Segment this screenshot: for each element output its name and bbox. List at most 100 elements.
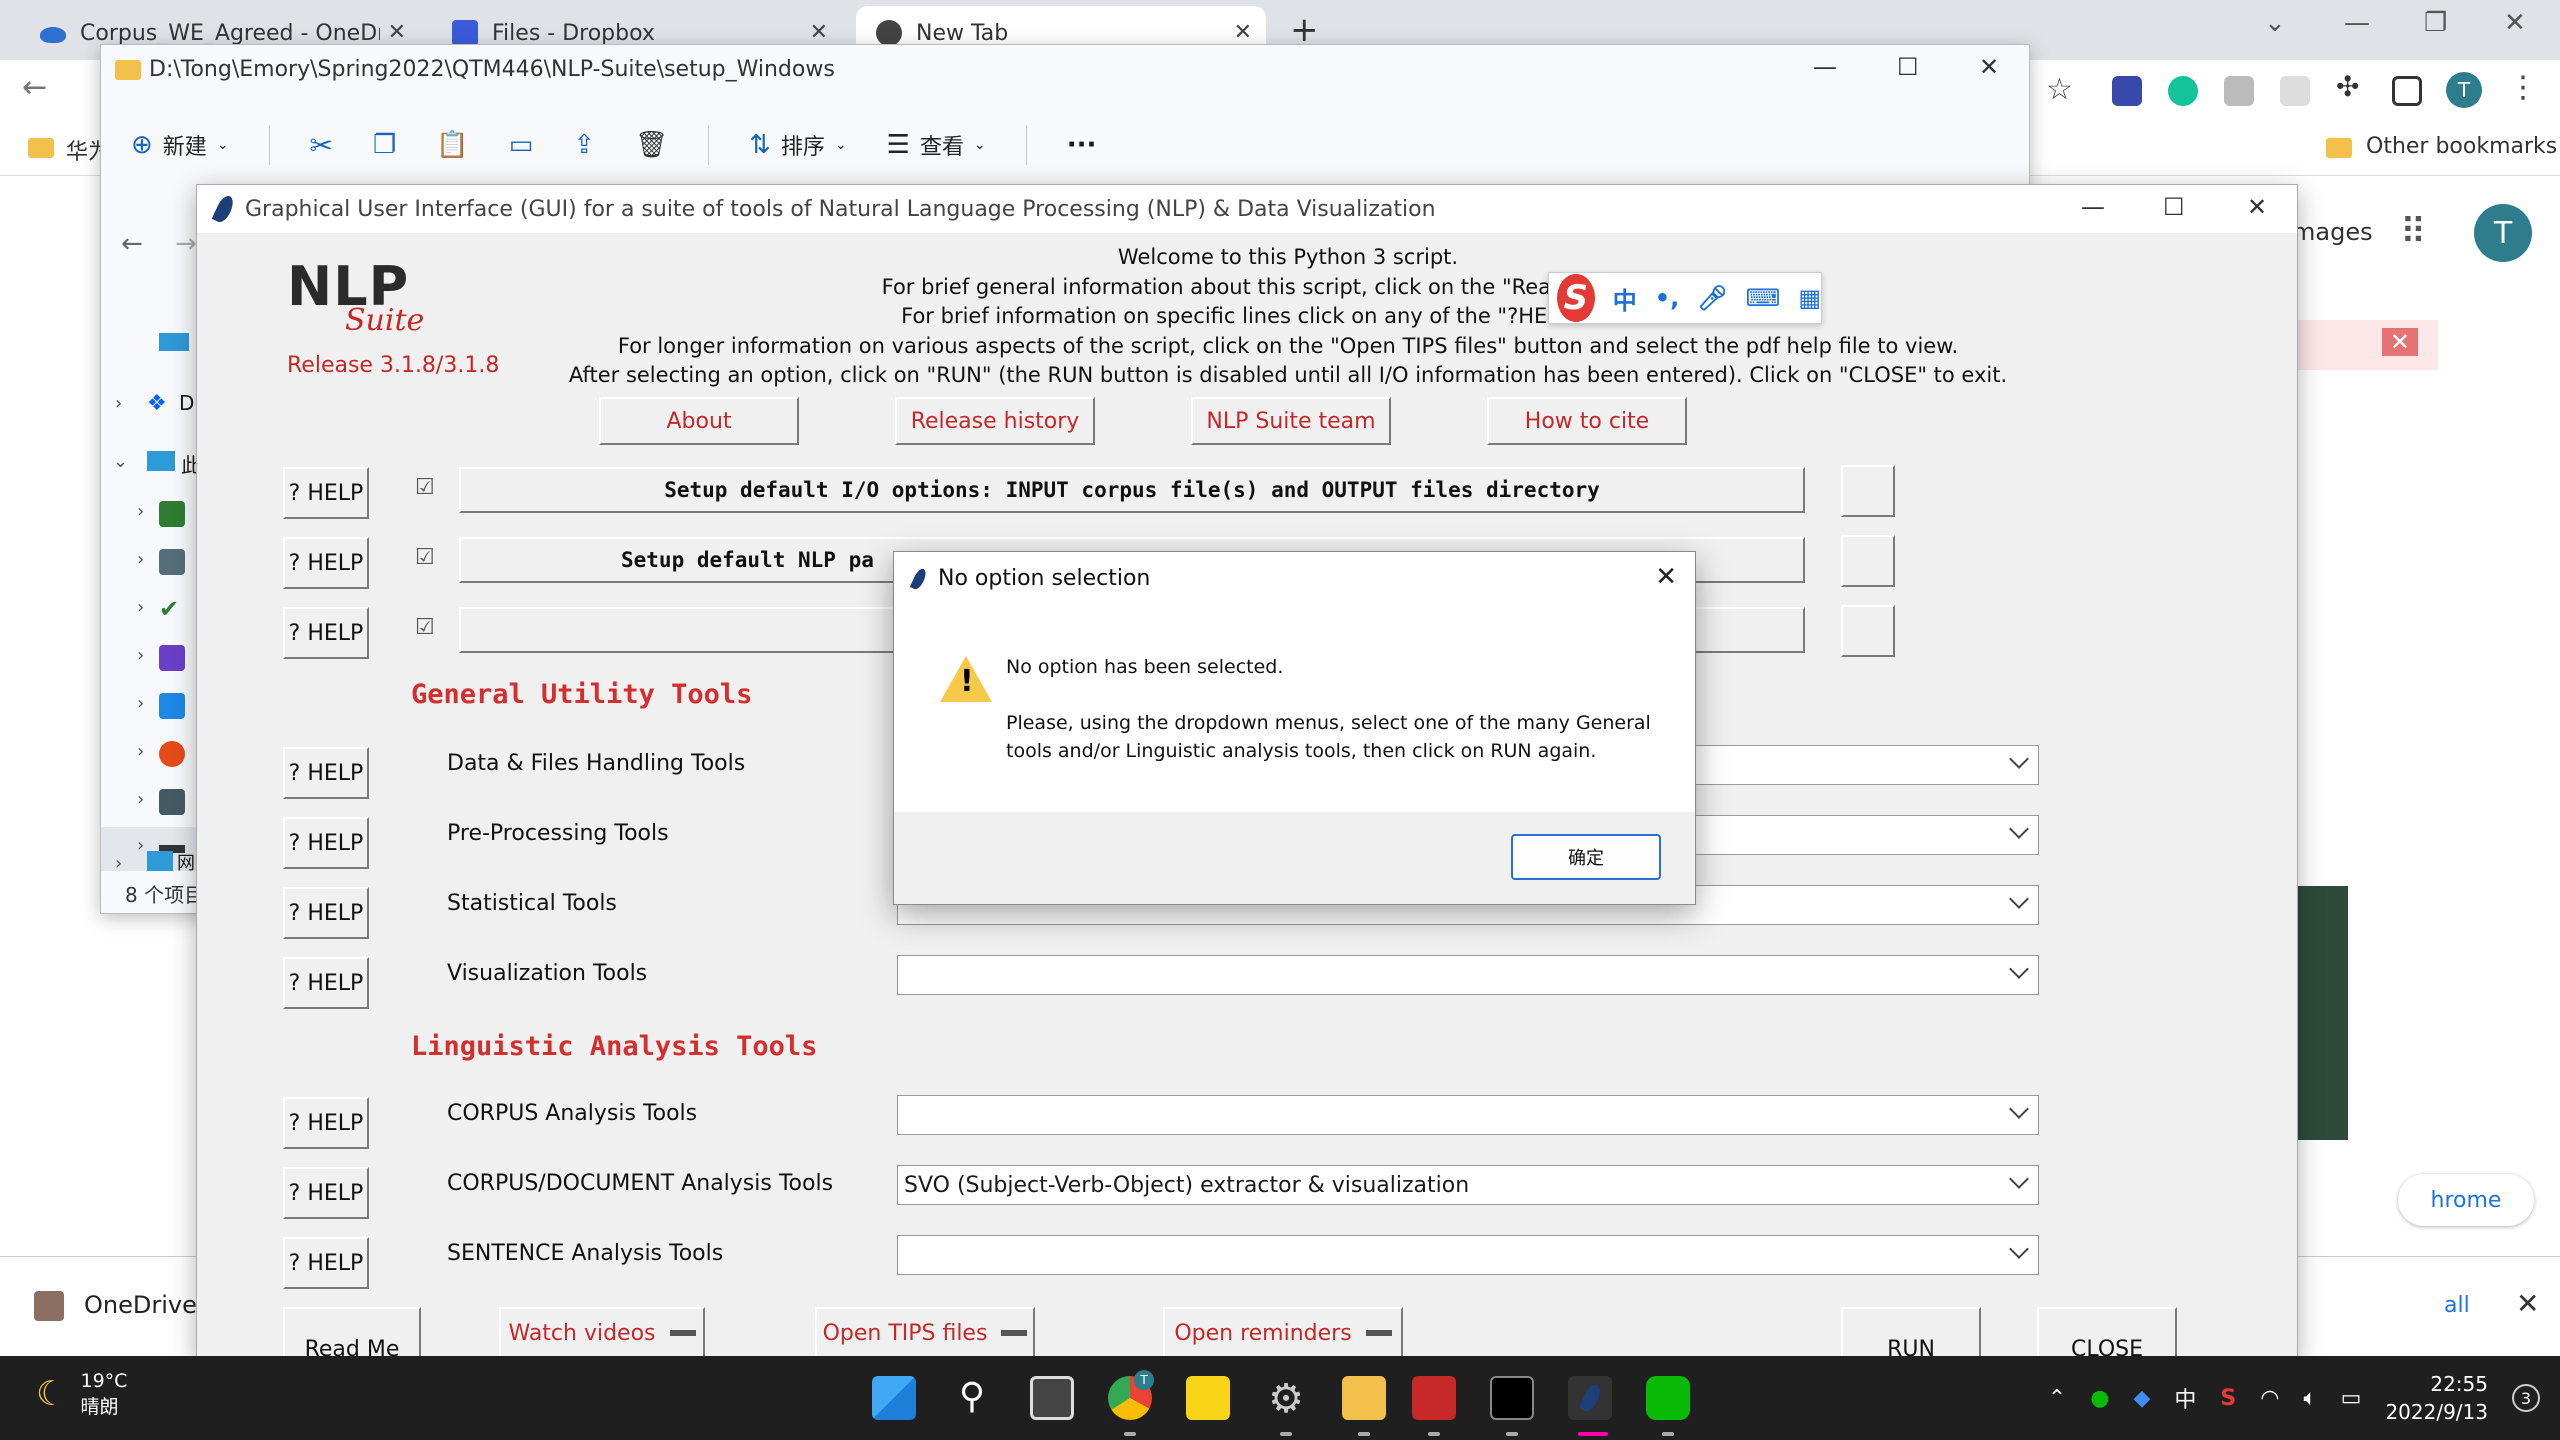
weather-widget[interactable]: ☾ 19°C 晴朗 (36, 1368, 127, 1420)
setup-nlp-open-button[interactable] (1841, 535, 1895, 587)
back-icon[interactable]: ← (121, 229, 143, 259)
chrome-menu-icon[interactable]: ⋮ (2508, 70, 2538, 105)
task-view-icon[interactable] (1030, 1376, 1074, 1420)
chevron-right-icon[interactable]: › (137, 501, 144, 522)
set-chrome-button[interactable]: hrome (2398, 1174, 2534, 1226)
help-button[interactable]: ? HELP (283, 1237, 369, 1289)
setup-io-open-button[interactable] (1841, 465, 1895, 517)
visualization-tools-dropdown[interactable] (897, 955, 2039, 995)
ime-grid-icon[interactable]: ▦ (1798, 284, 1821, 312)
music-icon[interactable] (159, 741, 185, 767)
tree-item[interactable]: 网 (177, 849, 195, 875)
start-icon[interactable] (872, 1376, 916, 1420)
dropbox-icon[interactable]: ❖ (147, 391, 167, 416)
close-icon[interactable]: ✕ (2381, 328, 2418, 356)
close-icon[interactable]: ✕ (2247, 193, 2267, 221)
maximize-icon[interactable]: ☐ (2163, 193, 2185, 221)
grammarly-icon[interactable] (2168, 76, 2198, 106)
ime-language-toggle[interactable]: 中 (1613, 281, 1637, 316)
ime-punctuation-icon[interactable]: •, (1655, 284, 1679, 312)
close-window-icon[interactable]: ✕ (2504, 8, 2526, 38)
forward-icon[interactable]: → (175, 229, 197, 259)
python-feather-icon[interactable] (1568, 1376, 1612, 1420)
side-panel-icon[interactable] (2392, 76, 2422, 106)
read-me-button[interactable]: Read Me (283, 1307, 421, 1359)
close-icon[interactable]: ✕ (1979, 53, 1999, 81)
extension-icon[interactable] (2112, 76, 2142, 106)
tray-app-icon[interactable]: ◆ (2133, 1386, 2150, 1411)
setup-io-button[interactable]: Setup default I/O options: INPUT corpus … (459, 467, 1805, 513)
how-to-cite-button[interactable]: How to cite (1487, 397, 1687, 445)
maximize-icon[interactable]: ☐ (1897, 53, 1919, 81)
delete-icon[interactable]: 🗑 (635, 130, 668, 160)
setup-nlp-checkbox[interactable]: ☑ (415, 547, 437, 569)
copy-icon[interactable]: ❐ (373, 130, 396, 160)
keyboard-icon[interactable]: ⌨ (1746, 284, 1781, 312)
close-tab-icon[interactable]: ✕ (1234, 20, 1252, 45)
new-button[interactable]: ⊕ 新建 ⌄ (131, 129, 229, 161)
rename-icon[interactable]: ▭ (509, 130, 534, 160)
profile-avatar[interactable]: T (2446, 72, 2482, 108)
pictures-icon[interactable] (159, 693, 185, 719)
nlp-suite-team-button[interactable]: NLP Suite team (1191, 397, 1391, 445)
chevron-right-icon[interactable]: › (137, 645, 144, 666)
show-all-link[interactable]: all (2444, 1293, 2470, 1318)
notification-badge[interactable]: 3 (2512, 1384, 2540, 1412)
chevron-right-icon[interactable]: › (115, 393, 122, 414)
help-button[interactable]: ? HELP (283, 817, 369, 869)
sticky-notes-icon[interactable] (1186, 1376, 1230, 1420)
help-button[interactable]: ? HELP (283, 1167, 369, 1219)
view-button[interactable]: ☰ 查看 ⌄ (887, 129, 986, 161)
images-link[interactable]: mages (2292, 218, 2373, 246)
help-button[interactable]: ? HELP (283, 1097, 369, 1149)
acrobat-icon[interactable] (1412, 1376, 1456, 1420)
microphone-icon[interactable]: 🎤︎ (1697, 284, 1727, 312)
documents-icon[interactable] (159, 549, 185, 575)
tab-search-icon[interactable]: ⌄ (2264, 8, 2286, 38)
restore-icon[interactable]: ❐ (2424, 8, 2447, 38)
wifi-icon[interactable]: ◠ (2260, 1386, 2279, 1411)
clock[interactable]: 22:55 2022/9/13 (2385, 1370, 2488, 1426)
settings-gear-icon[interactable]: ⚙ (1264, 1376, 1308, 1422)
volume-icon[interactable]: 🔈︎ (2303, 1386, 2316, 1411)
corpus-tools-dropdown[interactable] (897, 1095, 2039, 1135)
download-icon[interactable]: ✔ (159, 595, 179, 623)
chevron-up-icon[interactable]: ⌃ (2048, 1386, 2066, 1411)
chevron-down-icon[interactable]: ⌄ (113, 451, 128, 472)
apps-grid-icon[interactable]: ⠿ (2400, 212, 2426, 253)
close-icon[interactable]: ✕ (1655, 562, 1677, 592)
chevron-right-icon[interactable]: › (137, 789, 144, 810)
extension-icon[interactable] (2224, 76, 2254, 106)
open-tips-button[interactable]: Open TIPS files (815, 1307, 1035, 1359)
ime-language-indicator[interactable]: 中 (2174, 1382, 2196, 1414)
other-bookmarks[interactable]: Other bookmarks (2366, 134, 2557, 159)
sort-button[interactable]: ⇅ 排序 ⌄ (749, 129, 847, 161)
file-explorer-icon[interactable] (1342, 1376, 1386, 1420)
drive-icon[interactable] (159, 501, 185, 527)
wechat-tray-icon[interactable]: ● (2090, 1386, 2109, 1411)
help-button[interactable]: ? HELP (283, 467, 369, 519)
close-tab-icon[interactable]: ✕ (388, 20, 406, 45)
minimize-icon[interactable]: — (2081, 193, 2105, 221)
videos-icon[interactable] (159, 645, 185, 671)
cut-icon[interactable]: ✂ (310, 129, 333, 162)
os-drive-icon[interactable] (159, 789, 185, 815)
ok-button[interactable]: 确定 (1511, 834, 1661, 880)
bookmark-star-icon[interactable]: ☆ (2046, 72, 2073, 107)
close-download-bar-icon[interactable]: ✕ (2516, 1287, 2539, 1320)
terminal-icon[interactable] (1490, 1376, 1534, 1420)
close-button[interactable]: CLOSE (2037, 1307, 2177, 1359)
chevron-right-icon[interactable]: › (137, 741, 144, 762)
tree-item[interactable]: D (179, 391, 194, 415)
close-tab-icon[interactable]: ✕ (810, 20, 828, 45)
sogou-tray-icon[interactable]: S (2220, 1386, 2236, 1411)
about-button[interactable]: About (599, 397, 799, 445)
chevron-right-icon[interactable]: › (137, 693, 144, 714)
extensions-puzzle-icon[interactable]: ✣ (2336, 70, 2359, 103)
sogou-ime-icon[interactable]: S (1557, 274, 1595, 322)
search-icon[interactable]: ⚲ (950, 1376, 994, 1420)
setup-third-checkbox[interactable]: ☑ (415, 617, 437, 639)
more-options-icon[interactable]: ··· (1067, 130, 1097, 160)
desktop-icon[interactable] (159, 333, 189, 351)
minimize-icon[interactable]: — (2344, 8, 2370, 38)
